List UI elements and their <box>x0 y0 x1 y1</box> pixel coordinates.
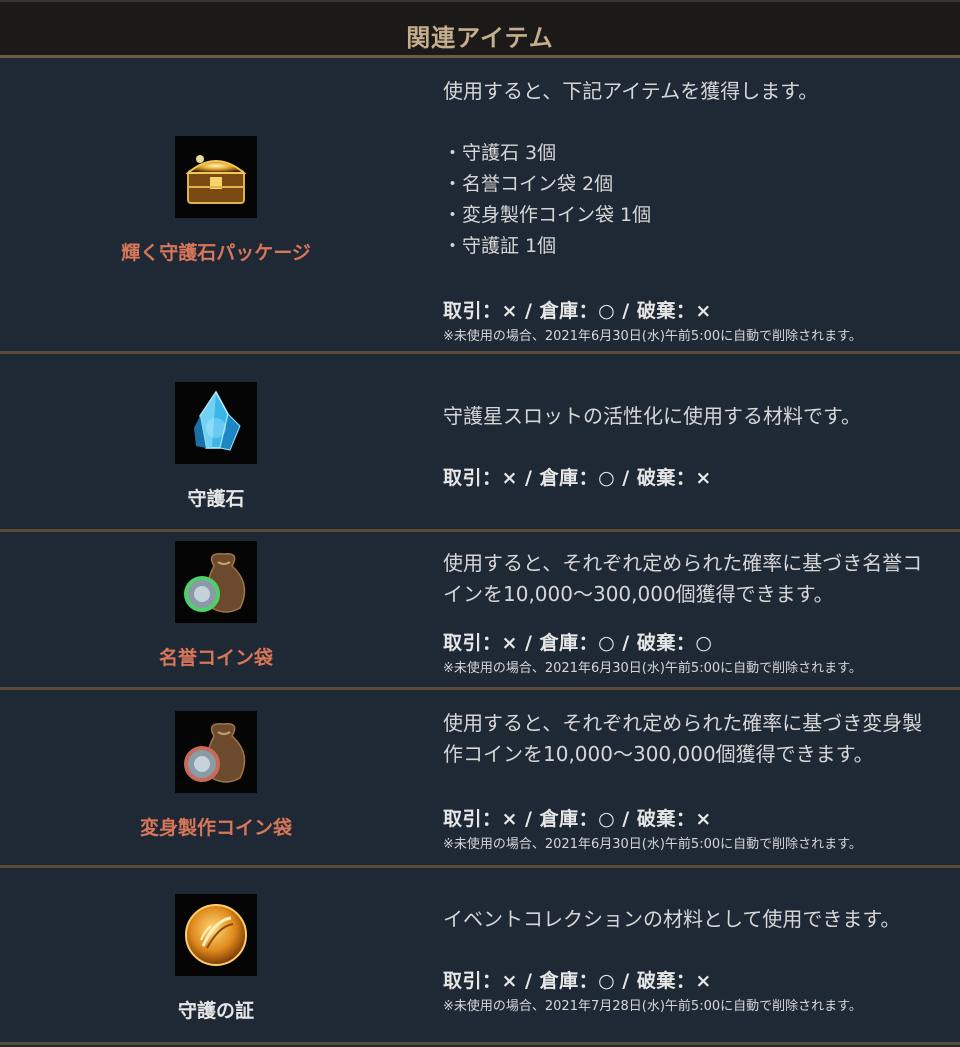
trade-rules: 取引：× / 倉庫：○ / 破棄：× <box>443 970 712 992</box>
item-info: 守護星スロットの活性化に使用する材料です。 取引：× / 倉庫：○ / 破棄：× <box>443 401 950 490</box>
trade-rules: 取引：× / 倉庫：○ / 破棄：× <box>443 467 712 489</box>
item-name: 守護石 <box>187 488 245 510</box>
item-name: 守護の証 <box>177 999 254 1022</box>
expiry-note: ※未使用の場合、2021年6月30日(水)午前5:00に自動で削除されます。 <box>443 661 862 676</box>
expiry-note: ※未使用の場合、2021年6月30日(水)午前5:00に自動で削除されます。 <box>443 837 862 852</box>
item-visual: 名誉コイン袋 <box>0 532 432 687</box>
item-visual: 変身製作コイン袋 <box>0 690 432 865</box>
item-visual: 守護の証 <box>0 868 432 1042</box>
item-name: 名誉コイン袋 <box>158 647 273 669</box>
item-name: 輝く守護石パッケージ <box>121 242 311 264</box>
item-info: 使用すると、それぞれ定められた確率に基づき名誉コ インを10,000～300,0… <box>443 548 950 676</box>
item-info: 使用すると、それぞれ定められた確率に基づき変身製 作コインを10,000～300… <box>443 708 950 852</box>
list-item: ・変身製作コイン袋 1個 <box>443 204 652 226</box>
trade-rules: 取引：× / 倉庫：○ / 破棄：○ <box>443 632 713 654</box>
item-description-line: 使用すると、それぞれ定められた確率に基づき変身製 <box>443 711 923 735</box>
item-description-line: 使用すると、それぞれ定められた確率に基づき名誉コ <box>443 551 923 575</box>
trade-rules: 取引：× / 倉庫：○ / 破棄：× <box>443 300 712 322</box>
trade-rules: 取引：× / 倉庫：○ / 破棄：× <box>443 808 712 830</box>
list-item: ・守護証 1個 <box>443 235 557 257</box>
item-name: 変身製作コイン袋 <box>139 817 292 839</box>
item-row-guardian-proof: 守護の証 イベントコレクションの材料として使用できます。 取引：× / 倉庫：○… <box>0 868 960 1045</box>
item-visual: 輝く守護石パッケージ <box>0 58 432 351</box>
item-description: 使用すると、下記アイテムを獲得します。 <box>443 79 819 103</box>
coin-bag-green-icon <box>175 541 257 623</box>
item-info: イベントコレクションの材料として使用できます。 取引：× / 倉庫：○ / 破棄… <box>443 904 950 1014</box>
list-item: ・名誉コイン袋 2個 <box>443 173 614 195</box>
item-description: 守護星スロットの活性化に使用する材料です。 <box>443 404 861 428</box>
expiry-note: ※未使用の場合、2021年6月30日(水)午前5:00に自動で削除されます。 <box>443 329 862 344</box>
section-title: 関連アイテム <box>406 24 554 52</box>
blue-crystal-icon <box>175 382 257 464</box>
section-header: 関連アイテム <box>0 0 960 58</box>
item-row-honor-coin-bag: 名誉コイン袋 使用すると、それぞれ定められた確率に基づき名誉コ インを10,00… <box>0 532 960 690</box>
treasure-chest-icon <box>175 136 257 218</box>
item-description-line: 作コインを10,000～300,000個獲得できます。 <box>443 742 874 766</box>
list-item: ・守護石 3個 <box>443 142 557 164</box>
coin-bag-red-icon <box>175 711 257 793</box>
item-description: イベントコレクションの材料として使用できます。 <box>443 907 901 931</box>
item-description-line: インを10,000～300,000個獲得できます。 <box>443 582 834 606</box>
item-info: 使用すると、下記アイテムを獲得します。 ・守護石 3個 ・名誉コイン袋 2個 ・… <box>443 76 950 344</box>
item-row-guardian-stone: 守護石 守護星スロットの活性化に使用する材料です。 取引：× / 倉庫：○ / … <box>0 354 960 532</box>
item-row-transform-coin-bag: 変身製作コイン袋 使用すると、それぞれ定められた確率に基づき変身製 作コインを1… <box>0 690 960 868</box>
item-visual: 守護石 <box>0 354 432 529</box>
golden-emblem-icon <box>175 893 257 976</box>
package-contents-list: ・守護石 3個 ・名誉コイン袋 2個 ・変身製作コイン袋 1個 ・守護証 1個 <box>443 138 950 262</box>
expiry-note: ※未使用の場合、2021年7月28日(水)午前5:00に自動で削除されます。 <box>443 999 862 1014</box>
item-row-package: 輝く守護石パッケージ 使用すると、下記アイテムを獲得します。 ・守護石 3個 ・… <box>0 58 960 354</box>
